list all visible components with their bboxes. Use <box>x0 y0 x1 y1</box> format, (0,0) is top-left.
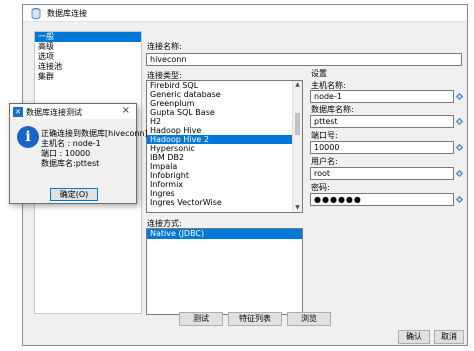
close-icon[interactable]: × <box>122 105 130 116</box>
scroll-thumb[interactable] <box>295 113 300 135</box>
settings-title: 设置 <box>311 69 327 78</box>
sidebar-item-advanced[interactable]: 高级 <box>35 42 141 52</box>
variable-diamond-icon[interactable] <box>455 195 464 204</box>
database-icon <box>31 8 41 19</box>
info-icon: i <box>17 126 39 148</box>
explore-button[interactable]: 浏览 <box>287 312 331 326</box>
conn-type-list: Firebird SQL Generic database Greenplum … <box>146 80 303 213</box>
scroll-up-icon[interactable]: ▲ <box>293 81 302 89</box>
db-name-label: 数据库名称: <box>311 105 354 114</box>
host-input[interactable]: node-1 <box>310 90 454 103</box>
dialog-ok-button[interactable]: 确定(O) <box>50 188 98 201</box>
port-label: 端口号: <box>311 131 338 140</box>
variable-diamond-icon[interactable] <box>455 169 464 178</box>
list-item[interactable]: Firebird SQL <box>147 81 302 90</box>
conn-name-label: 连接名称: <box>147 42 182 51</box>
password-label: 密码: <box>311 183 330 192</box>
list-item[interactable]: IBM DB2 <box>147 153 302 162</box>
connection-test-dialog: ✕ 数据库连接测试 × i 正确连接到数据库[hiveconn] 主机名 : n… <box>9 103 148 204</box>
variable-diamond-icon[interactable] <box>455 92 464 101</box>
list-item[interactable]: Infobright <box>147 171 302 180</box>
feature-list-button[interactable]: 特征列表 <box>228 312 282 326</box>
cancel-button[interactable]: 取消 <box>434 330 464 344</box>
list-item[interactable]: Generic database <box>147 90 302 99</box>
app-icon: ✕ <box>13 107 23 117</box>
list-item[interactable]: Hypersonic <box>147 144 302 153</box>
list-item[interactable]: Hadoop Hive <box>147 126 302 135</box>
conn-type-scrollbar[interactable]: ▲ ▼ <box>292 81 302 212</box>
access-item-native-jdbc[interactable]: Native (JDBC) <box>147 229 302 239</box>
user-label: 用户名: <box>311 157 338 166</box>
port-input[interactable]: 10000 <box>310 141 454 154</box>
password-input[interactable]: ●●●●●● <box>310 193 454 206</box>
list-item-selected[interactable]: Hadoop Hive 2 <box>147 135 302 144</box>
list-item[interactable]: Ingres <box>147 189 302 198</box>
dialog-title: 数据库连接测试 <box>26 108 82 117</box>
sidebar-item-cluster[interactable]: 集群 <box>35 72 141 82</box>
dialog-message-line: 数据库名:pttest <box>41 159 100 168</box>
variable-diamond-icon[interactable] <box>455 143 464 152</box>
user-input[interactable]: root <box>310 167 454 180</box>
db-name-input[interactable]: pttest <box>310 115 454 128</box>
window-title: 数据库连接 <box>47 9 87 18</box>
sidebar-item-pooling[interactable]: 连接池 <box>35 62 141 72</box>
ok-button[interactable]: 确认 <box>398 330 430 344</box>
title-bar: 数据库连接 <box>23 5 467 22</box>
sidebar-item-general[interactable]: 一般 <box>35 32 141 42</box>
list-item[interactable]: Informix <box>147 180 302 189</box>
list-item[interactable]: Ingres VectorWise <box>147 198 302 207</box>
test-button[interactable]: 测试 <box>179 312 223 326</box>
scroll-down-icon[interactable]: ▼ <box>293 204 302 212</box>
list-item[interactable]: Gupta SQL Base <box>147 108 302 117</box>
list-item[interactable]: Greenplum <box>147 99 302 108</box>
list-item[interactable]: H2 <box>147 117 302 126</box>
conn-name-input[interactable]: hiveconn <box>146 53 462 66</box>
access-list: Native (JDBC) <box>146 228 303 315</box>
dialog-title-bar: ✕ 数据库连接测试 × <box>10 104 136 119</box>
sidebar-item-options[interactable]: 选项 <box>35 52 141 62</box>
list-item[interactable]: Impala <box>147 162 302 171</box>
variable-diamond-icon[interactable] <box>455 117 464 126</box>
